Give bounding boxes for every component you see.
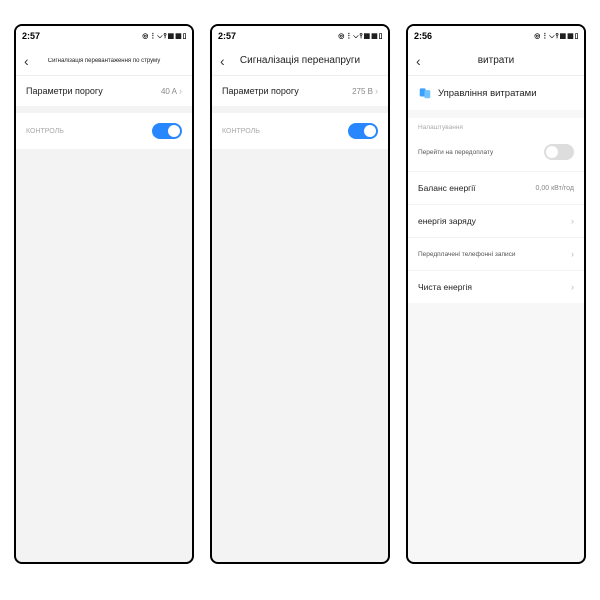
balance-label: Баланс енергії [418,183,476,193]
page-title: Сигналізація перенапруги [234,55,380,66]
threshold-row[interactable]: Параметри порогу 275 В › [212,76,388,106]
threshold-value: 40 A › [161,86,182,96]
cost-management-row[interactable]: Управління витратами [408,76,584,110]
page-title: витрати [430,55,576,66]
status-time: 2:57 [22,31,40,41]
content: Параметри порогу 275 В › КОНТРОЛЬ [212,76,388,562]
header: ‹ витрати [408,46,584,76]
content: Управління витратами Налаштування Перейт… [408,76,584,562]
page-title: Сигналізація перевантаження по струму [38,58,184,64]
back-icon[interactable]: ‹ [220,53,234,69]
status-bar: 2:56 ◎ ⋮ ⌵ ⫯ ▦ ▦ ▯ [408,26,584,46]
header: ‹ Сигналізація перевантаження по струму [16,46,192,76]
control-toggle[interactable] [152,123,182,139]
header: ‹ Сигналізація перенапруги [212,46,388,76]
chevron-right-icon: › [179,86,182,96]
cost-icon [418,86,432,100]
phone-records-label: Передплачені телефонні записи [418,251,516,258]
back-icon[interactable]: ‹ [24,53,38,69]
chevron-right-icon: › [571,249,574,259]
status-time: 2:56 [414,31,432,41]
balance-row[interactable]: Баланс енергії 0,00 кВт/год [408,172,584,205]
control-label: КОНТРОЛЬ [222,128,260,135]
phone-records-row[interactable]: Передплачені телефонні записи › [408,238,584,271]
status-icons: ◎ ⋮ ⌵ ⫯ ▦ ▦ ▯ [142,32,186,41]
status-icons: ◎ ⋮ ⌵ ⫯ ▦ ▦ ▯ [534,32,578,41]
threshold-label: Параметри порогу [26,86,103,96]
prepaid-toggle[interactable] [544,144,574,160]
back-icon[interactable]: ‹ [416,53,430,69]
threshold-row[interactable]: Параметри порогу 40 A › [16,76,192,106]
prepaid-label: Перейти на передоплату [418,149,493,156]
status-icons: ◎ ⋮ ⌵ ⫯ ▦ ▦ ▯ [338,32,382,41]
threshold-label: Параметри порогу [222,86,299,96]
prepaid-row[interactable]: Перейти на передоплату [408,133,584,172]
balance-value: 0,00 кВт/год [536,185,574,192]
content: Параметри порогу 40 A › КОНТРОЛЬ [16,76,192,562]
control-toggle[interactable] [348,123,378,139]
clean-energy-row[interactable]: Чиста енергія › [408,271,584,303]
status-bar: 2:57 ◎ ⋮ ⌵ ⫯ ▦ ▦ ▯ [16,26,192,46]
control-row[interactable]: КОНТРОЛЬ [212,113,388,149]
settings-section-label: Налаштування [408,118,584,133]
chevron-right-icon: › [571,282,574,292]
threshold-value: 275 В › [352,86,378,96]
chevron-right-icon: › [375,86,378,96]
cost-management-label: Управління витратами [438,88,537,99]
status-time: 2:57 [218,31,236,41]
phone-screen-2: 2:57 ◎ ⋮ ⌵ ⫯ ▦ ▦ ▯ ‹ Сигналізація перена… [210,24,390,564]
control-row[interactable]: КОНТРОЛЬ [16,113,192,149]
charge-energy-label: енергія заряду [418,216,476,226]
charge-energy-row[interactable]: енергія заряду › [408,205,584,238]
phone-screen-3: 2:56 ◎ ⋮ ⌵ ⫯ ▦ ▦ ▯ ‹ витрати Управління … [406,24,586,564]
status-bar: 2:57 ◎ ⋮ ⌵ ⫯ ▦ ▦ ▯ [212,26,388,46]
chevron-right-icon: › [571,216,574,226]
clean-energy-label: Чиста енергія [418,282,472,292]
control-label: КОНТРОЛЬ [26,128,64,135]
phone-screen-1: 2:57 ◎ ⋮ ⌵ ⫯ ▦ ▦ ▯ ‹ Сигналізація перева… [14,24,194,564]
